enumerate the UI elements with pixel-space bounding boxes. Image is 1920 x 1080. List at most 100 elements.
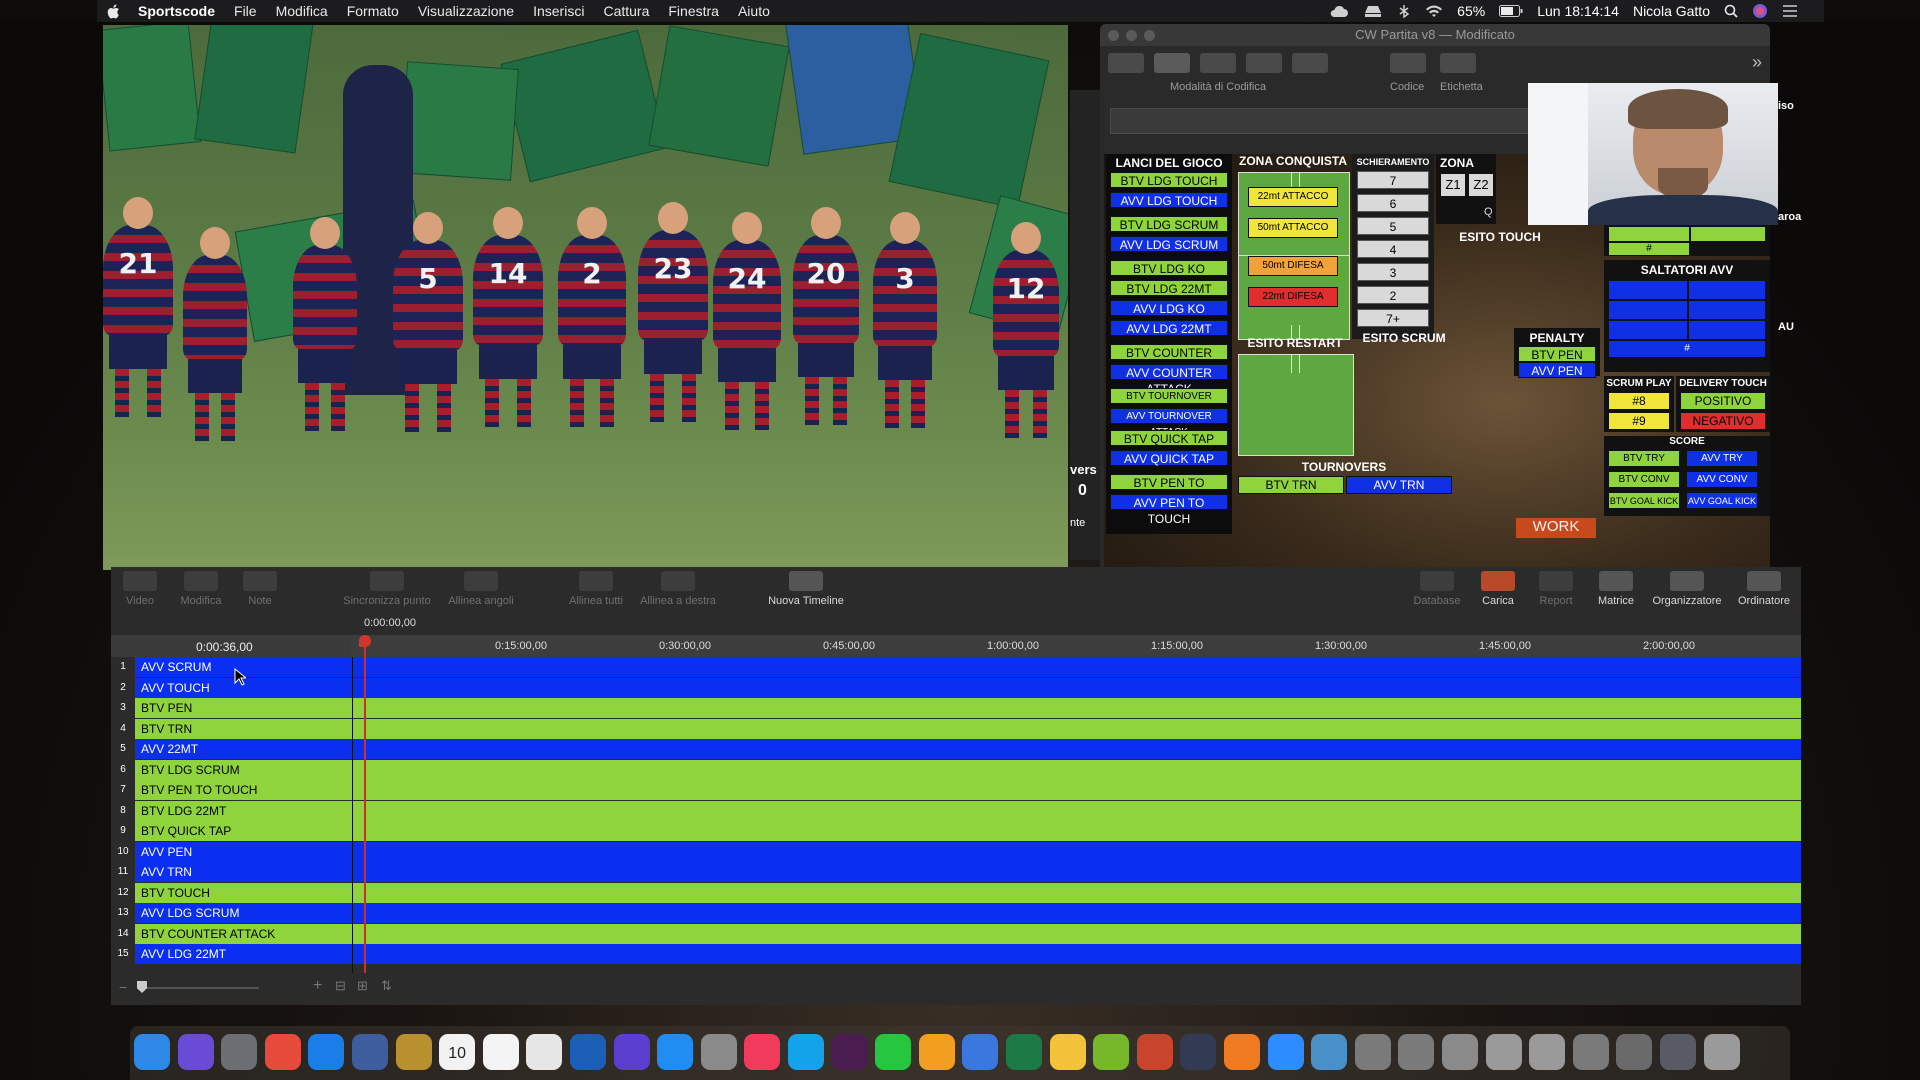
saltatori-cell[interactable] (1688, 320, 1766, 340)
saltatori-cell[interactable] (1688, 280, 1766, 300)
schieramento-7plus[interactable]: 7+ (1357, 309, 1429, 327)
timeline-row-label[interactable]: BTV LDG 22MT (139, 800, 383, 821)
excel-icon[interactable] (1006, 1034, 1042, 1070)
apple-icon[interactable] (107, 4, 120, 19)
timeline-row-label[interactable]: BTV PEN (139, 698, 383, 718)
sort-rows-icon[interactable]: ⇅ (381, 978, 392, 994)
delivery-positivo[interactable]: POSITIVO (1680, 392, 1766, 410)
expand-rows-icon[interactable]: ⊞ (357, 978, 368, 994)
folder-icon[interactable] (1311, 1034, 1348, 1070)
code-button-btv-quick-tap[interactable]: BTV QUICK TAP (1110, 430, 1228, 446)
schieramento-5[interactable]: 5 (1357, 217, 1429, 235)
zoom-out-icon[interactable]: − (119, 979, 127, 995)
presentation-icon[interactable] (1049, 1034, 1086, 1070)
score-btv-conv[interactable]: BTV CONV (1608, 471, 1680, 488)
align-all-tool[interactable]: Allinea tutti (561, 571, 631, 607)
menu-user[interactable]: Nicola Gatto (1633, 3, 1710, 19)
chevron-right-icon[interactable]: » (1752, 52, 1762, 73)
timeline-row-label[interactable]: AVV TRN (139, 862, 383, 882)
sportscode-icon[interactable] (1180, 1034, 1217, 1070)
timeline-row-bar[interactable] (352, 944, 1801, 964)
menu-view[interactable]: Visualizzazione (418, 3, 514, 19)
browser-icon[interactable] (570, 1034, 606, 1070)
stats-mode-button[interactable] (1246, 53, 1282, 73)
stack7-icon[interactable] (1616, 1034, 1653, 1070)
trash-icon[interactable] (1703, 1034, 1740, 1070)
screen-icon[interactable] (1660, 1034, 1696, 1070)
notes-icon[interactable] (395, 1034, 432, 1070)
penalty-btv-pen[interactable]: BTV PEN (1518, 346, 1596, 362)
green-cell[interactable] (1608, 226, 1690, 242)
zoom-icon[interactable] (1267, 1034, 1304, 1070)
penalty-avv-pen[interactable]: AVV PEN (1518, 362, 1596, 378)
code-button[interactable] (1390, 53, 1426, 73)
new-timeline-tool[interactable]: Nuova Timeline (761, 571, 851, 607)
pages-icon[interactable] (918, 1034, 955, 1070)
code-input-field[interactable] (1110, 108, 1552, 134)
timeline-row-bar[interactable] (352, 698, 1801, 718)
delivery-negativo[interactable]: NEGATIVO (1680, 412, 1766, 430)
keynote-icon[interactable] (962, 1034, 999, 1070)
menu-window[interactable]: Finestra (668, 3, 719, 19)
saltatori-cell[interactable] (1608, 280, 1688, 300)
timeline-row-label[interactable]: AVV 22MT (139, 739, 383, 759)
bluetooth-icon[interactable] (1397, 4, 1411, 18)
code-window-titlebar[interactable]: CW Partita v8 — Modificato (1100, 24, 1770, 46)
zoom-slider[interactable] (137, 987, 259, 989)
align-angles-tool[interactable]: Allinea angoli (441, 571, 521, 607)
menu-file[interactable]: File (234, 3, 257, 19)
system-preferences-icon[interactable] (700, 1034, 737, 1070)
code-button-btv-tournover-attack[interactable]: BTV TOURNOVER ATTACK (1110, 388, 1228, 418)
code-mode-button[interactable] (1154, 53, 1190, 73)
playhead[interactable] (359, 635, 371, 975)
stack4-icon[interactable] (1485, 1034, 1522, 1070)
video-player[interactable]: 21 5 14 2 23 24 20 3 12 (103, 25, 1068, 570)
schieramento-2[interactable]: 2 (1357, 286, 1429, 304)
spotlight-search-icon[interactable] (1724, 4, 1738, 18)
timeline-row-bar[interactable] (352, 780, 1801, 800)
music-icon[interactable] (744, 1034, 781, 1070)
timeline-row-label[interactable]: BTV COUNTER ATTACK (139, 923, 383, 944)
zone-50mt-difesa[interactable]: 50mt DIFESA (1248, 256, 1338, 276)
score-btv-goal-kick[interactable]: BTV GOAL KICK (1608, 492, 1680, 509)
timeline-row-bar[interactable] (352, 759, 1801, 780)
timeline-row-label[interactable]: BTV QUICK TAP (139, 821, 383, 841)
saltatori-cell[interactable] (1688, 300, 1766, 320)
scrum-play-9[interactable]: #9 (1608, 412, 1670, 430)
stack6-icon[interactable] (1572, 1034, 1609, 1070)
minimize-window-button[interactable] (1126, 30, 1137, 41)
saltatori-cell[interactable] (1608, 300, 1688, 320)
safari-icon[interactable] (308, 1034, 345, 1070)
timeline-row-bar[interactable] (352, 862, 1801, 882)
green-hash[interactable]: # (1608, 242, 1690, 256)
zone-22mt-attacco[interactable]: 22mt ATTACCO (1248, 187, 1338, 207)
timeline-row-label[interactable]: BTV TOUCH (139, 882, 383, 903)
preview-icon[interactable] (352, 1034, 388, 1070)
align-right-tool[interactable]: Allinea a destra (633, 571, 723, 607)
siri-icon[interactable] (177, 1034, 214, 1070)
battery-icon[interactable] (1499, 5, 1523, 17)
video-tool[interactable]: Video (115, 571, 165, 607)
timeline-row-label[interactable]: AVV PEN (139, 841, 383, 862)
schieramento-3[interactable]: 3 (1357, 263, 1429, 281)
timeline-row-bar[interactable] (352, 821, 1801, 841)
close-window-button[interactable] (1108, 30, 1119, 41)
organizer-tool[interactable]: Organizzatore (1647, 571, 1727, 607)
label-mode-button[interactable] (1200, 53, 1236, 73)
schieramento-7[interactable]: 7 (1357, 171, 1429, 189)
zoom-slider-handle[interactable] (137, 981, 147, 993)
menu-edit[interactable]: Modifica (276, 3, 328, 19)
timeline-row-bar[interactable] (352, 923, 1801, 944)
collapse-rows-icon[interactable]: ⊟ (335, 978, 346, 994)
scrum-play-8[interactable]: #8 (1608, 392, 1670, 410)
sketch-icon[interactable] (1224, 1034, 1260, 1070)
sync-point-tool[interactable]: Sincronizza punto (337, 571, 437, 607)
wifi-icon[interactable] (1425, 4, 1443, 18)
schieramento-4[interactable]: 4 (1357, 240, 1429, 258)
zone-50mt-attacco[interactable]: 50mt ATTACCO (1248, 218, 1338, 238)
stack2-icon[interactable] (1398, 1034, 1435, 1070)
imovie-icon[interactable] (613, 1034, 650, 1070)
timeline-row-bar[interactable] (352, 882, 1801, 903)
saltatori-cell[interactable] (1608, 320, 1688, 340)
sorter-tool[interactable]: Ordinatore (1733, 571, 1795, 607)
